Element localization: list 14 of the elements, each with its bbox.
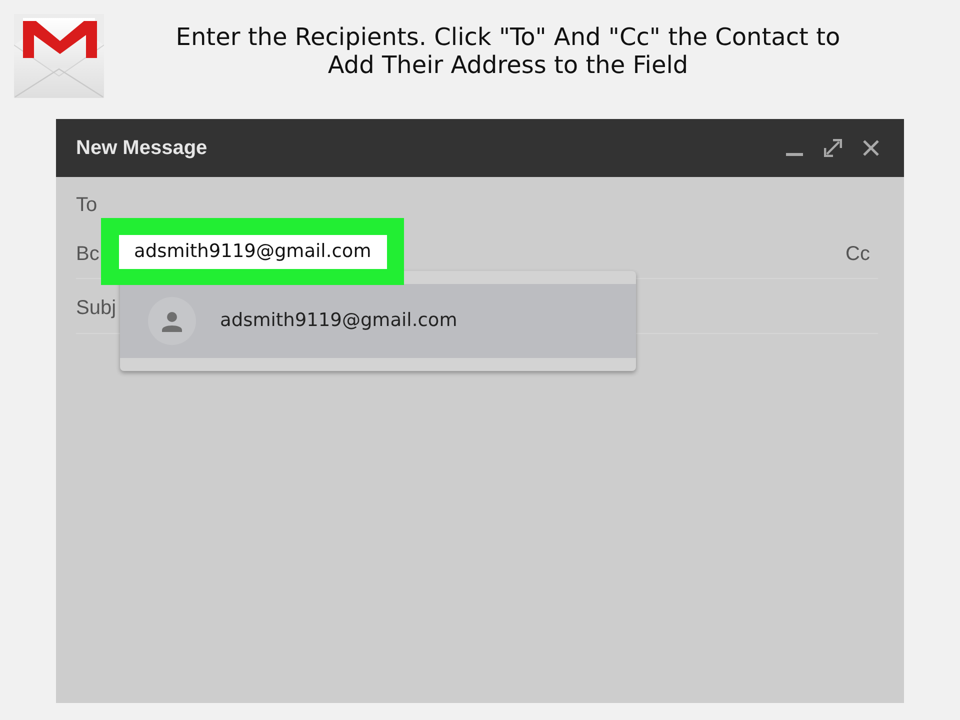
to-label[interactable]: To [76, 190, 98, 220]
close-button[interactable] [863, 140, 879, 156]
minimize-icon [786, 153, 803, 156]
person-icon [148, 297, 196, 345]
close-icon [863, 140, 879, 156]
recipient-field[interactable]: adsmith9119@gmail.com [119, 234, 387, 268]
expand-button[interactable] [824, 139, 842, 157]
bcc-label[interactable]: Bc [76, 238, 100, 268]
suggestion-item[interactable]: adsmith9119@gmail.com [120, 284, 636, 358]
instruction-caption: Enter the Recipients. Click "To" And "Cc" the Contact to Add Their Address to the Field [174, 23, 842, 79]
cc-label[interactable]: Cc [846, 238, 870, 268]
expand-icon [824, 139, 842, 157]
subject-field[interactable]: Subj [76, 292, 118, 322]
window-title: New Message [76, 136, 208, 161]
